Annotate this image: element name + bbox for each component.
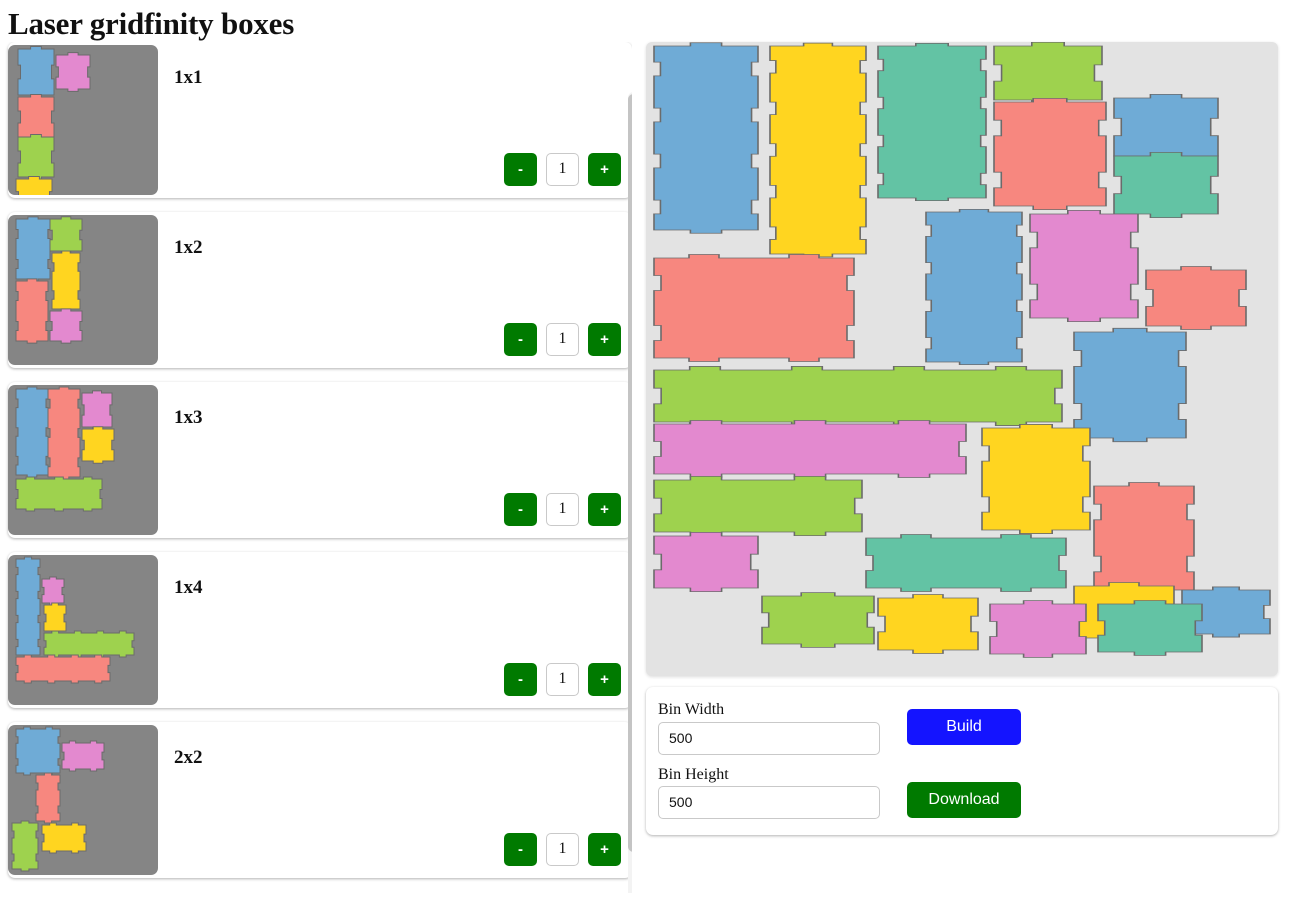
- build-button[interactable]: Build: [907, 708, 1021, 745]
- bin-width-label: Bin Width: [658, 700, 725, 718]
- increment-button[interactable]: +: [588, 152, 621, 186]
- page-title: Laser gridfinity boxes: [8, 6, 295, 41]
- preview-pieces-svg: [653, 41, 1271, 658]
- layout-preview-canvas[interactable]: [646, 41, 1278, 676]
- box-card-body: 1x4-+: [158, 552, 632, 708]
- increment-button[interactable]: +: [588, 832, 621, 866]
- box-thumbnail: [8, 724, 158, 875]
- quantity-input[interactable]: [546, 662, 579, 696]
- box-list: 1x1-+1x2-+1x3-+1x4-+2x2-+: [8, 41, 632, 878]
- quantity-stepper: -+: [504, 322, 621, 356]
- download-button[interactable]: Download: [907, 781, 1021, 818]
- box-size-label: 2x2: [174, 746, 203, 768]
- quantity-stepper: -+: [504, 152, 621, 186]
- box-card-body: 1x3-+: [158, 382, 632, 538]
- box-card: 1x4-+: [8, 551, 632, 708]
- build-controls-panel: Bin Width Bin Height Build Download: [646, 686, 1278, 835]
- box-card-body: 1x1-+: [158, 42, 632, 198]
- quantity-stepper: -+: [504, 832, 621, 866]
- increment-button[interactable]: +: [588, 322, 621, 356]
- box-card: 1x3-+: [8, 381, 632, 538]
- decrement-button[interactable]: -: [504, 832, 537, 866]
- bin-height-input[interactable]: [658, 785, 880, 819]
- box-list-scrollbar-thumb[interactable]: [628, 93, 632, 852]
- box-size-label: 1x2: [174, 236, 203, 258]
- box-size-label: 1x1: [174, 66, 203, 88]
- box-thumbnail: [8, 44, 158, 195]
- bin-height-label: Bin Height: [658, 765, 729, 783]
- box-size-label: 1x3: [174, 406, 203, 428]
- box-thumbnail: [8, 384, 158, 535]
- box-card: 2x2-+: [8, 721, 632, 878]
- bin-width-input[interactable]: [658, 721, 880, 755]
- right-column: Bin Width Bin Height Build Download: [632, 41, 1282, 835]
- quantity-input[interactable]: [546, 322, 579, 356]
- box-size-label: 1x4: [174, 576, 203, 598]
- quantity-stepper: -+: [504, 492, 621, 526]
- decrement-button[interactable]: -: [504, 152, 537, 186]
- quantity-input[interactable]: [546, 492, 579, 526]
- quantity-input[interactable]: [546, 152, 579, 186]
- decrement-button[interactable]: -: [504, 662, 537, 696]
- box-list-panel: 1x1-+1x2-+1x3-+1x4-+2x2-+: [0, 41, 632, 893]
- quantity-input[interactable]: [546, 832, 579, 866]
- box-card: 1x1-+: [8, 41, 632, 198]
- box-thumbnail: [8, 214, 158, 365]
- box-card: 1x2-+: [8, 211, 632, 368]
- box-thumbnail: [8, 554, 158, 705]
- increment-button[interactable]: +: [588, 662, 621, 696]
- box-card-body: 1x2-+: [158, 212, 632, 368]
- quantity-stepper: -+: [504, 662, 621, 696]
- increment-button[interactable]: +: [588, 492, 621, 526]
- box-card-body: 2x2-+: [158, 722, 632, 878]
- decrement-button[interactable]: -: [504, 492, 537, 526]
- decrement-button[interactable]: -: [504, 322, 537, 356]
- main-layout: 1x1-+1x2-+1x3-+1x4-+2x2-+ Bin Width Bin …: [0, 41, 1298, 893]
